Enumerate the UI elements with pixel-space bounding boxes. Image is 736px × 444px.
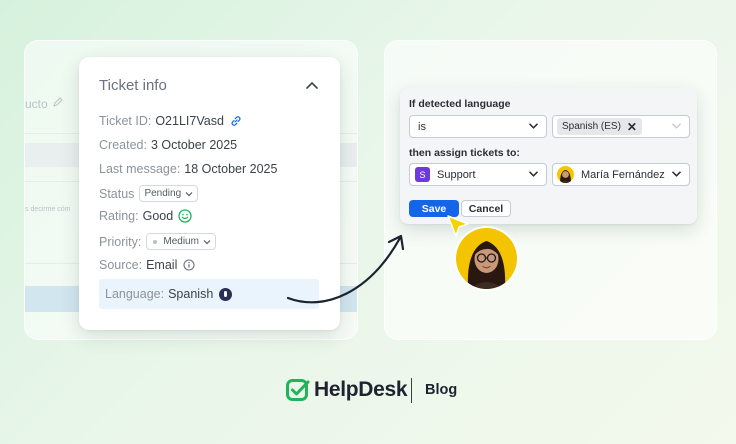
created-label: Created: [99,138,147,152]
chevron-down-icon [528,123,539,129]
chevron-down-icon [203,239,211,244]
chevron-up-icon[interactable] [305,79,319,91]
info-icon[interactable] [183,259,195,271]
pencil-icon [53,97,63,107]
chevron-down-icon [185,191,193,196]
card-title: Ticket info [99,77,167,94]
status-label: Status [99,186,135,201]
agent-avatar [557,166,574,183]
operator-value: is [418,120,426,133]
ticket-id-value: O21LI7Vasd [155,114,224,128]
brand-name: HelpDesk [314,378,408,401]
team-icon: S [415,167,430,182]
blog-label: Blog [425,382,458,398]
language-tag-label: Spanish (ES) [562,121,621,132]
priority-value: Medium [163,236,199,247]
chevron-down-icon [671,171,682,177]
connector-arrow [286,234,405,304]
language-routing-rule: If detected language is Spanish (ES) ✕ t… [400,88,697,224]
status-value: Pending [144,188,182,199]
language-tag: Spanish (ES) ✕ [557,118,642,135]
last-message-row: Last message: 18 October 2025 [99,162,277,176]
priority-row: Priority: Medium [99,233,216,250]
status-row: Status Pending [99,185,199,202]
link-icon[interactable] [230,115,242,127]
condition-label: If detected language [409,98,511,110]
created-value: 3 October 2025 [150,138,238,152]
source-value: Email [146,258,178,272]
created-row: Created: 3 October 2025 [99,138,237,152]
priority-dropdown[interactable]: Medium [146,233,216,250]
rating-row: Rating: Good [99,209,192,223]
team-value: Support [437,168,476,181]
language-value: Spanish [168,287,214,301]
priority-dot [153,239,158,244]
last-message-label: Last message: [99,162,181,176]
chevron-down-icon [528,171,539,177]
agent-photo-avatar [456,228,517,289]
status-dropdown[interactable]: Pending [139,185,199,202]
background-message-snippet: s decirme cóm [25,206,71,213]
helpdesk-logo-icon [286,379,310,401]
source-label: Source: [99,258,143,272]
last-message-value: 18 October 2025 [184,162,278,176]
remove-tag-icon[interactable]: ✕ [627,120,637,134]
team-select[interactable]: S Support [409,163,547,186]
source-row: Source: Email [99,258,195,272]
ticket-id-row: Ticket ID: O21LI7Vasd [99,114,242,128]
operator-select[interactable]: is [409,115,547,138]
agent-value: María Fernández [581,168,665,181]
action-label: then assign tickets to: [409,147,520,159]
background-title: ucto [25,97,48,111]
smile-icon [178,209,192,223]
language-select[interactable]: Spanish (ES) ✕ [552,115,690,138]
rating-label: Rating: [99,209,139,223]
footer-divider [411,378,412,403]
priority-label: Priority: [99,234,142,249]
language-label: Language: [105,287,165,301]
rating-value: Good [142,209,174,223]
ticket-id-label: Ticket ID: [99,114,152,128]
agent-select[interactable]: María Fernández [552,163,690,186]
ai-detect-icon [219,287,233,301]
chevron-down-icon [672,123,681,129]
